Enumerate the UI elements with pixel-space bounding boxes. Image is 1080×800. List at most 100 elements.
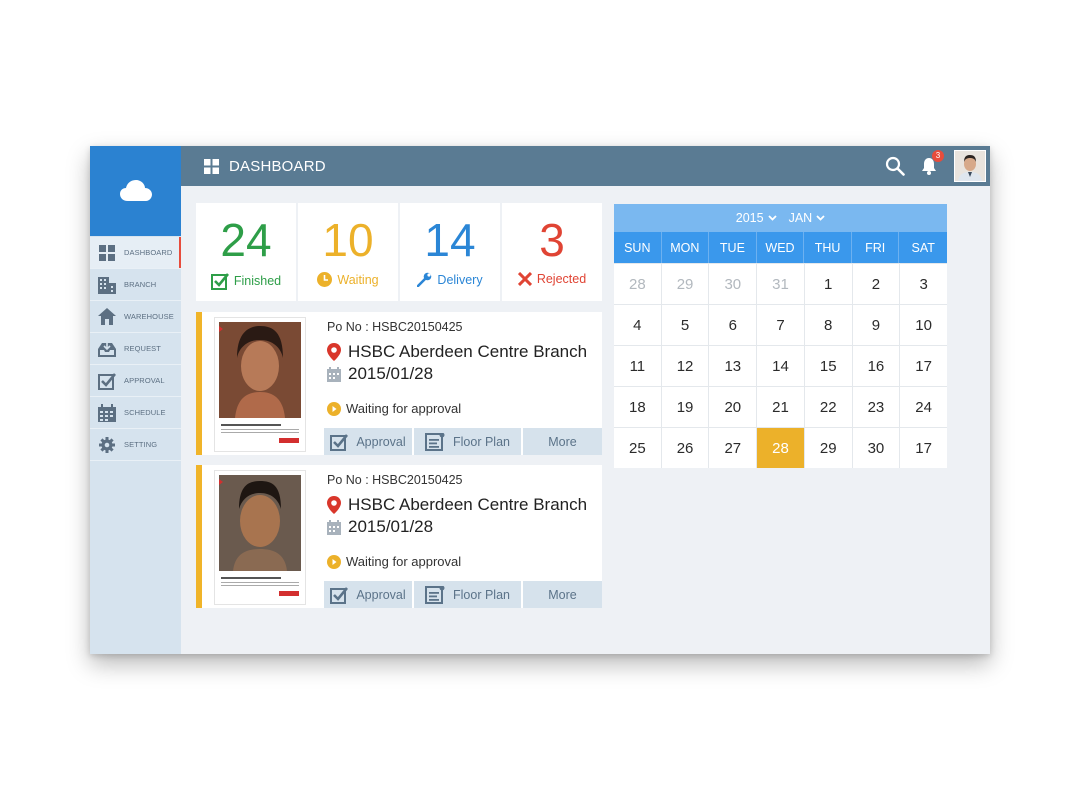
calendar-day[interactable]: 17: [900, 346, 947, 386]
more-button[interactable]: More: [523, 428, 602, 455]
calendar-day[interactable]: 8: [804, 305, 852, 345]
calendar-day[interactable]: 2: [852, 264, 900, 304]
calendar-day-selected[interactable]: 28: [757, 428, 804, 468]
calendar-day[interactable]: 21: [757, 387, 804, 427]
calendar-day[interactable]: 29: [804, 428, 852, 468]
checkbox-icon: [210, 273, 229, 290]
status-text: Waiting for approval: [346, 401, 462, 416]
stat-delivery[interactable]: 14 Delivery: [400, 203, 502, 301]
calendar-day[interactable]: 10: [900, 305, 947, 345]
user-avatar[interactable]: [954, 150, 986, 182]
floor-plan-button[interactable]: Floor Plan: [414, 581, 521, 608]
year-select[interactable]: 2015: [736, 211, 777, 225]
calendar-day[interactable]: 29: [661, 264, 709, 304]
stats-panel: 24 Finished 10 Waiting 14 Delivery 3 Rej…: [196, 203, 602, 301]
calendar-day[interactable]: 11: [614, 346, 661, 386]
weekday-label: THU: [804, 232, 852, 263]
grid-icon: [98, 244, 116, 262]
calendar-day[interactable]: 5: [661, 305, 709, 345]
branch-name[interactable]: HSBC Aberdeen Centre Branch: [348, 495, 587, 515]
stat-label-row: Finished: [210, 272, 282, 290]
sidebar-item-warehouse[interactable]: WAREHOUSE: [90, 301, 181, 333]
weekday-label: FRI: [852, 232, 900, 263]
sidebar-item-label: SCHEDULE: [124, 408, 166, 417]
calendar-day[interactable]: 6: [709, 305, 757, 345]
map-pin-icon: [327, 496, 341, 514]
calendar-day[interactable]: 1: [804, 264, 852, 304]
calendar-day[interactable]: 30: [709, 264, 757, 304]
date-row: 2015/01/28: [327, 364, 433, 384]
stat-label-row: Waiting: [317, 272, 379, 287]
checkbox-icon: [98, 372, 116, 390]
calendar-day[interactable]: 22: [804, 387, 852, 427]
stat-finished[interactable]: 24 Finished: [196, 203, 298, 301]
page-title-group: DASHBOARD: [204, 158, 326, 175]
floor-plan-icon: [425, 432, 445, 451]
calendar-day[interactable]: 19: [661, 387, 709, 427]
poster-thumbnail[interactable]: [214, 470, 306, 605]
button-label: Approval: [356, 434, 406, 449]
calendar-day[interactable]: 28: [614, 264, 661, 304]
stat-rejected[interactable]: 3 Rejected: [502, 203, 602, 301]
calendar-day[interactable]: 13: [709, 346, 757, 386]
calendar-day[interactable]: 24: [900, 387, 947, 427]
button-label: More: [548, 587, 577, 602]
stat-label-row: Delivery: [417, 272, 483, 287]
poster-image: [215, 318, 305, 451]
calendar-day[interactable]: 4: [614, 305, 661, 345]
approval-button[interactable]: Approval: [324, 581, 412, 608]
calendar-widget: 2015 JAN SUN MON TUE WED THU FRI SAT 28 2…: [614, 204, 947, 468]
sidebar-item-approval[interactable]: APPROVAL: [90, 365, 181, 397]
sidebar-item-label: REQUEST: [124, 344, 161, 353]
approval-button[interactable]: Approval: [324, 428, 412, 455]
sidebar-item-setting[interactable]: SETTING: [90, 429, 181, 461]
calendar-day[interactable]: 20: [709, 387, 757, 427]
stat-value: 24: [220, 214, 272, 266]
sidebar-item-dashboard[interactable]: DASHBOARD: [90, 237, 181, 269]
sidebar-item-request[interactable]: REQUEST: [90, 333, 181, 365]
sidebar-item-label: WAREHOUSE: [124, 312, 174, 321]
cloud-icon: [119, 180, 152, 201]
sidebar-item-label: DASHBOARD: [124, 248, 173, 257]
poster-thumbnail[interactable]: [214, 317, 306, 452]
month-select[interactable]: JAN: [789, 211, 826, 225]
calendar-day[interactable]: 14: [757, 346, 804, 386]
notifications-button[interactable]: 3: [921, 150, 944, 175]
calendar-day[interactable]: 23: [852, 387, 900, 427]
stat-label: Finished: [233, 274, 282, 288]
floor-plan-button[interactable]: Floor Plan: [414, 428, 521, 455]
grid-icon: [204, 159, 219, 174]
calendar-day[interactable]: 16: [852, 346, 900, 386]
weekday-label: SAT: [911, 240, 935, 255]
sidebar-item-label: BRANCH: [124, 280, 157, 289]
calendar-day[interactable]: 27: [709, 428, 757, 468]
status-indicator-bar: [196, 465, 202, 608]
calendar-grid: 28 29 30 31 1 2 3 4 5 6 7 8 9 10 11 12 13 14 15 16 17 18 19 20 2…: [614, 263, 947, 468]
sidebar-item-label: SETTING: [124, 440, 158, 449]
calendar-day[interactable]: 12: [661, 346, 709, 386]
calendar-day[interactable]: 26: [661, 428, 709, 468]
calendar-day[interactable]: 3: [900, 264, 947, 304]
calendar-day[interactable]: 7: [757, 305, 804, 345]
calendar-day[interactable]: 9: [852, 305, 900, 345]
more-button[interactable]: More: [523, 581, 602, 608]
search-button[interactable]: [885, 156, 905, 176]
calendar-day[interactable]: 31: [757, 264, 804, 304]
calendar-day[interactable]: 15: [804, 346, 852, 386]
sidebar-item-schedule[interactable]: SCHEDULE: [90, 397, 181, 429]
calendar-day[interactable]: 18: [614, 387, 661, 427]
stat-waiting[interactable]: 10 Waiting: [298, 203, 400, 301]
calendar-day[interactable]: 17: [900, 428, 947, 468]
house-icon: [98, 307, 116, 326]
weekday-label: SUN: [614, 232, 662, 263]
sidebar-nav: DASHBOARD BRANCH WAREHOUSE REQUEST APPRO…: [90, 237, 181, 461]
branch-name[interactable]: HSBC Aberdeen Centre Branch: [348, 342, 587, 362]
page-title: DASHBOARD: [229, 158, 326, 175]
map-pin-icon: [327, 343, 341, 361]
cloud-logo[interactable]: [90, 146, 181, 236]
calendar-day[interactable]: 30: [852, 428, 900, 468]
sidebar-item-branch[interactable]: BRANCH: [90, 269, 181, 301]
chevron-down-icon: [767, 215, 777, 221]
calendar-day[interactable]: 25: [614, 428, 661, 468]
weekday-label: WED: [757, 232, 805, 263]
